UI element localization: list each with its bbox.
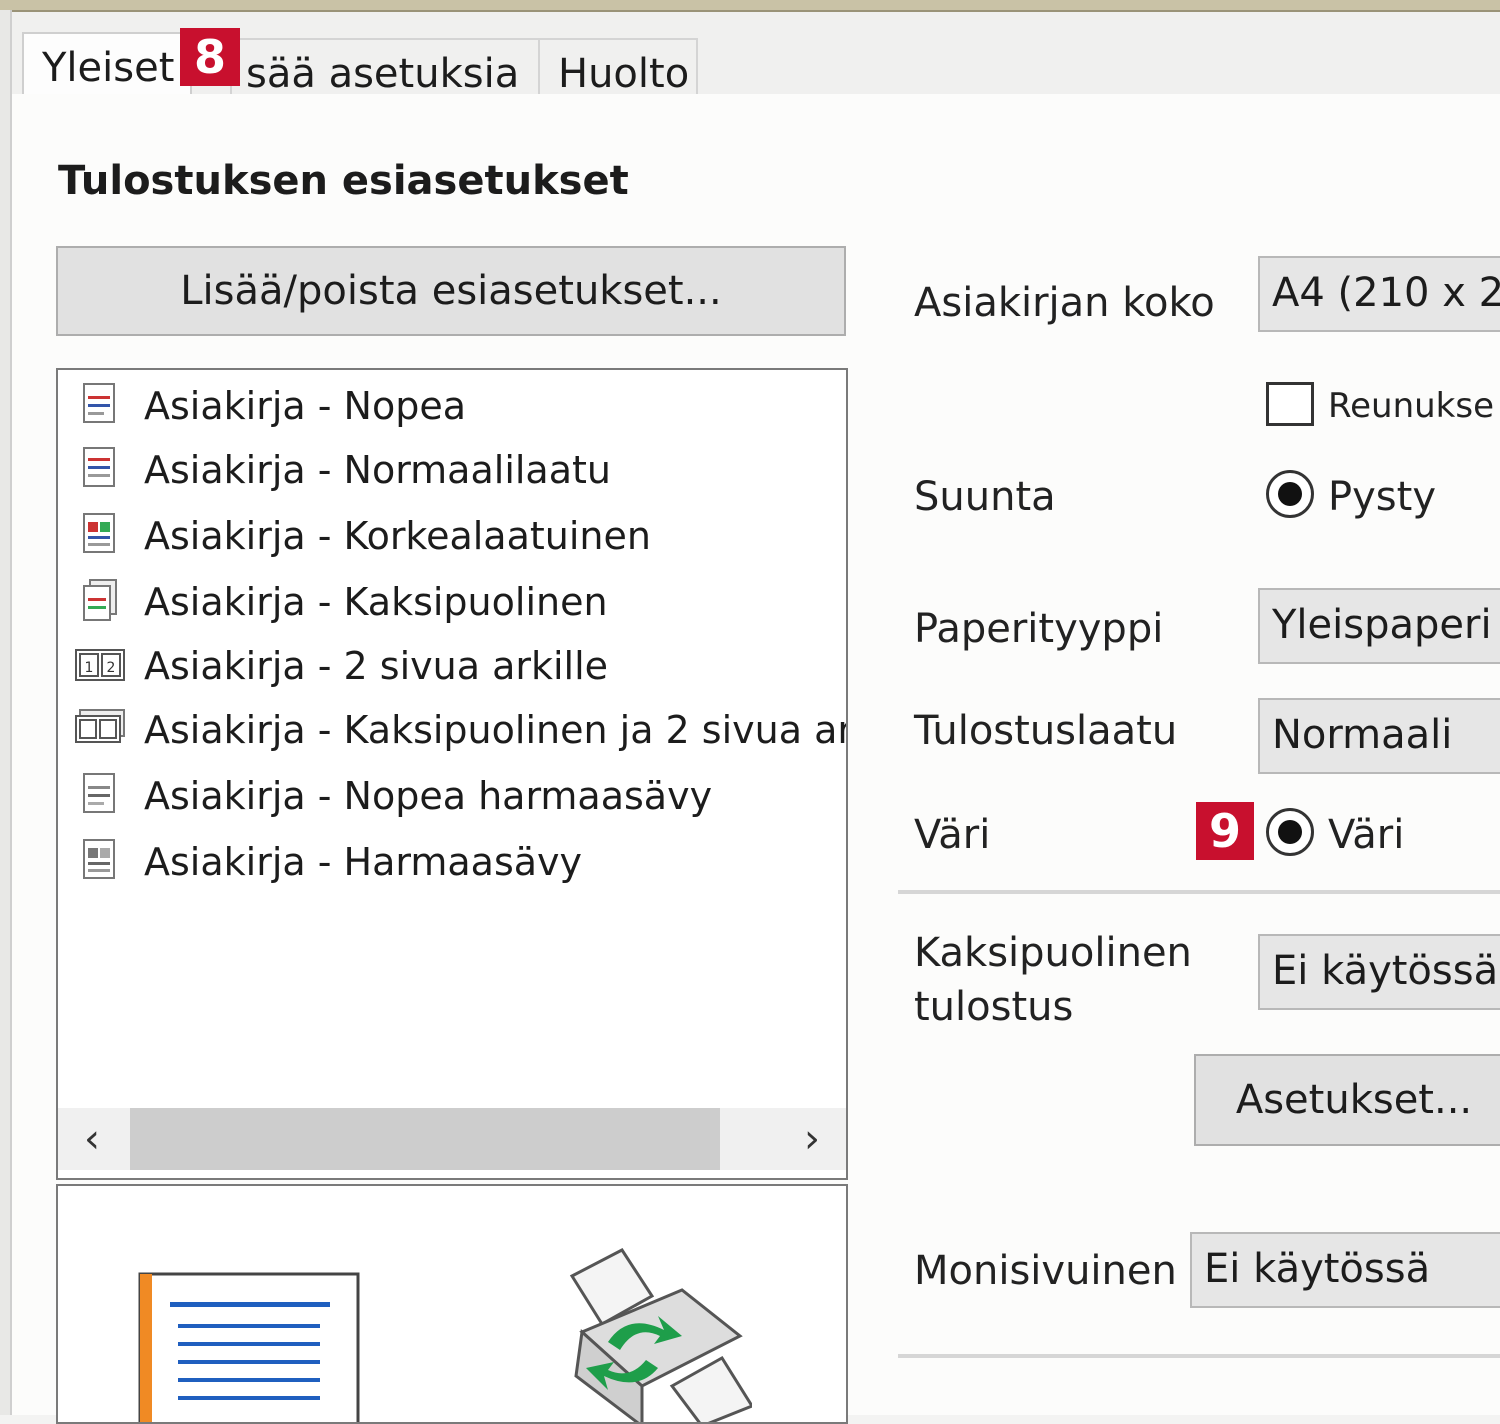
document-grayscale-fast-icon [83, 773, 115, 813]
divider [898, 1354, 1500, 1358]
svg-text:1: 1 [85, 660, 94, 676]
document-grayscale-icon [83, 839, 115, 879]
presets-title: Tulostuksen esiasetukset [58, 158, 629, 204]
tab-advanced-settings-label: sää asetuksia [246, 51, 520, 97]
paper-type-select[interactable]: Yleispaperi / [1258, 588, 1500, 664]
duplex-label-line2: tulostus [914, 984, 1074, 1030]
document-normal-icon [83, 447, 115, 487]
scrollbar-thumb[interactable] [130, 1108, 720, 1170]
list-item[interactable]: 1 2 Asiakirja - 2 sivua arkille [74, 636, 846, 696]
duplex-settings-button[interactable]: Asetukset... [1194, 1054, 1500, 1146]
list-item[interactable]: Asiakirja - Kaksipuolinen [74, 572, 846, 632]
divider [898, 890, 1500, 894]
list-item[interactable]: Asiakirja - Nopea [74, 376, 846, 436]
tab-maintenance-label: Huolto [558, 51, 690, 97]
document-size-select[interactable]: A4 (210 x 29 [1258, 256, 1500, 332]
printer-duplex-icon [569, 1248, 752, 1422]
scroll-right-arrow-icon[interactable]: › [782, 1108, 842, 1170]
list-item-label: Asiakirja - Nopea harmaasävy [144, 774, 713, 818]
list-item-label: Asiakirja - Harmaasävy [144, 840, 583, 884]
borderless-checkbox[interactable] [1266, 382, 1314, 426]
svg-text:2: 2 [107, 660, 116, 676]
list-item-label: Asiakirja - Kaksipuolinen ja 2 sivua ar [144, 708, 848, 752]
document-high-quality-icon [83, 513, 115, 553]
color-radio-label: Väri [1328, 812, 1405, 858]
orientation-label: Suunta [914, 474, 1056, 520]
list-item-label: Asiakirja - Kaksipuolinen [144, 580, 608, 624]
window-top-border [0, 0, 1500, 12]
multipage-select[interactable]: Ei käytössä [1190, 1232, 1500, 1308]
list-item[interactable]: Asiakirja - Normaalilaatu [74, 440, 846, 500]
two-pages-per-sheet-icon: 1 2 [75, 649, 125, 681]
duplex-select[interactable]: Ei käytössä [1258, 934, 1500, 1010]
page-preview-icon [138, 1272, 360, 1422]
manage-presets-button[interactable]: Lisää/poista esiasetukset... [56, 246, 846, 336]
list-item-label: Asiakirja - Korkealaatuinen [144, 514, 651, 558]
horizontal-scrollbar[interactable]: ‹ › [58, 1108, 846, 1170]
list-item[interactable]: Asiakirja - Nopea harmaasävy [74, 766, 846, 826]
presets-list[interactable]: Asiakirja - Nopea Asiakirja - Normaalila… [56, 368, 848, 1180]
orientation-portrait-label: Pysty [1328, 474, 1436, 520]
print-quality-select[interactable]: Normaali [1258, 698, 1500, 774]
list-item-label: Asiakirja - Nopea [144, 384, 466, 428]
print-preview-area [56, 1184, 848, 1424]
document-size-label: Asiakirjan koko [914, 280, 1215, 326]
callout-badge-9: 9 [1196, 802, 1254, 860]
scroll-left-arrow-icon[interactable]: ‹ [62, 1108, 122, 1170]
callout-badge-8: 8 [180, 28, 240, 86]
document-fast-icon [83, 383, 115, 423]
color-radio[interactable] [1266, 808, 1314, 856]
tab-general-label: Yleiset [42, 45, 175, 91]
list-item[interactable]: Asiakirja - Kaksipuolinen ja 2 sivua ar [74, 700, 848, 760]
print-quality-label: Tulostuslaatu [914, 708, 1178, 754]
window-left-edge [0, 10, 12, 1415]
list-item-label: Asiakirja - Normaalilaatu [144, 448, 611, 492]
document-duplex-icon [83, 579, 117, 621]
duplex-label-line1: Kaksipuolinen [914, 930, 1192, 976]
orientation-portrait-radio[interactable] [1266, 470, 1314, 518]
list-item[interactable]: Asiakirja - Harmaasävy [74, 832, 846, 892]
multipage-label: Monisivuinen [914, 1248, 1177, 1294]
paper-type-label: Paperityyppi [914, 606, 1164, 652]
duplex-two-pages-icon [75, 709, 125, 743]
color-label: Väri [914, 812, 991, 858]
list-item[interactable]: Asiakirja - Korkealaatuinen [74, 506, 846, 566]
list-item-label: Asiakirja - 2 sivua arkille [144, 644, 609, 688]
borderless-label: Reunukse [1328, 386, 1494, 426]
